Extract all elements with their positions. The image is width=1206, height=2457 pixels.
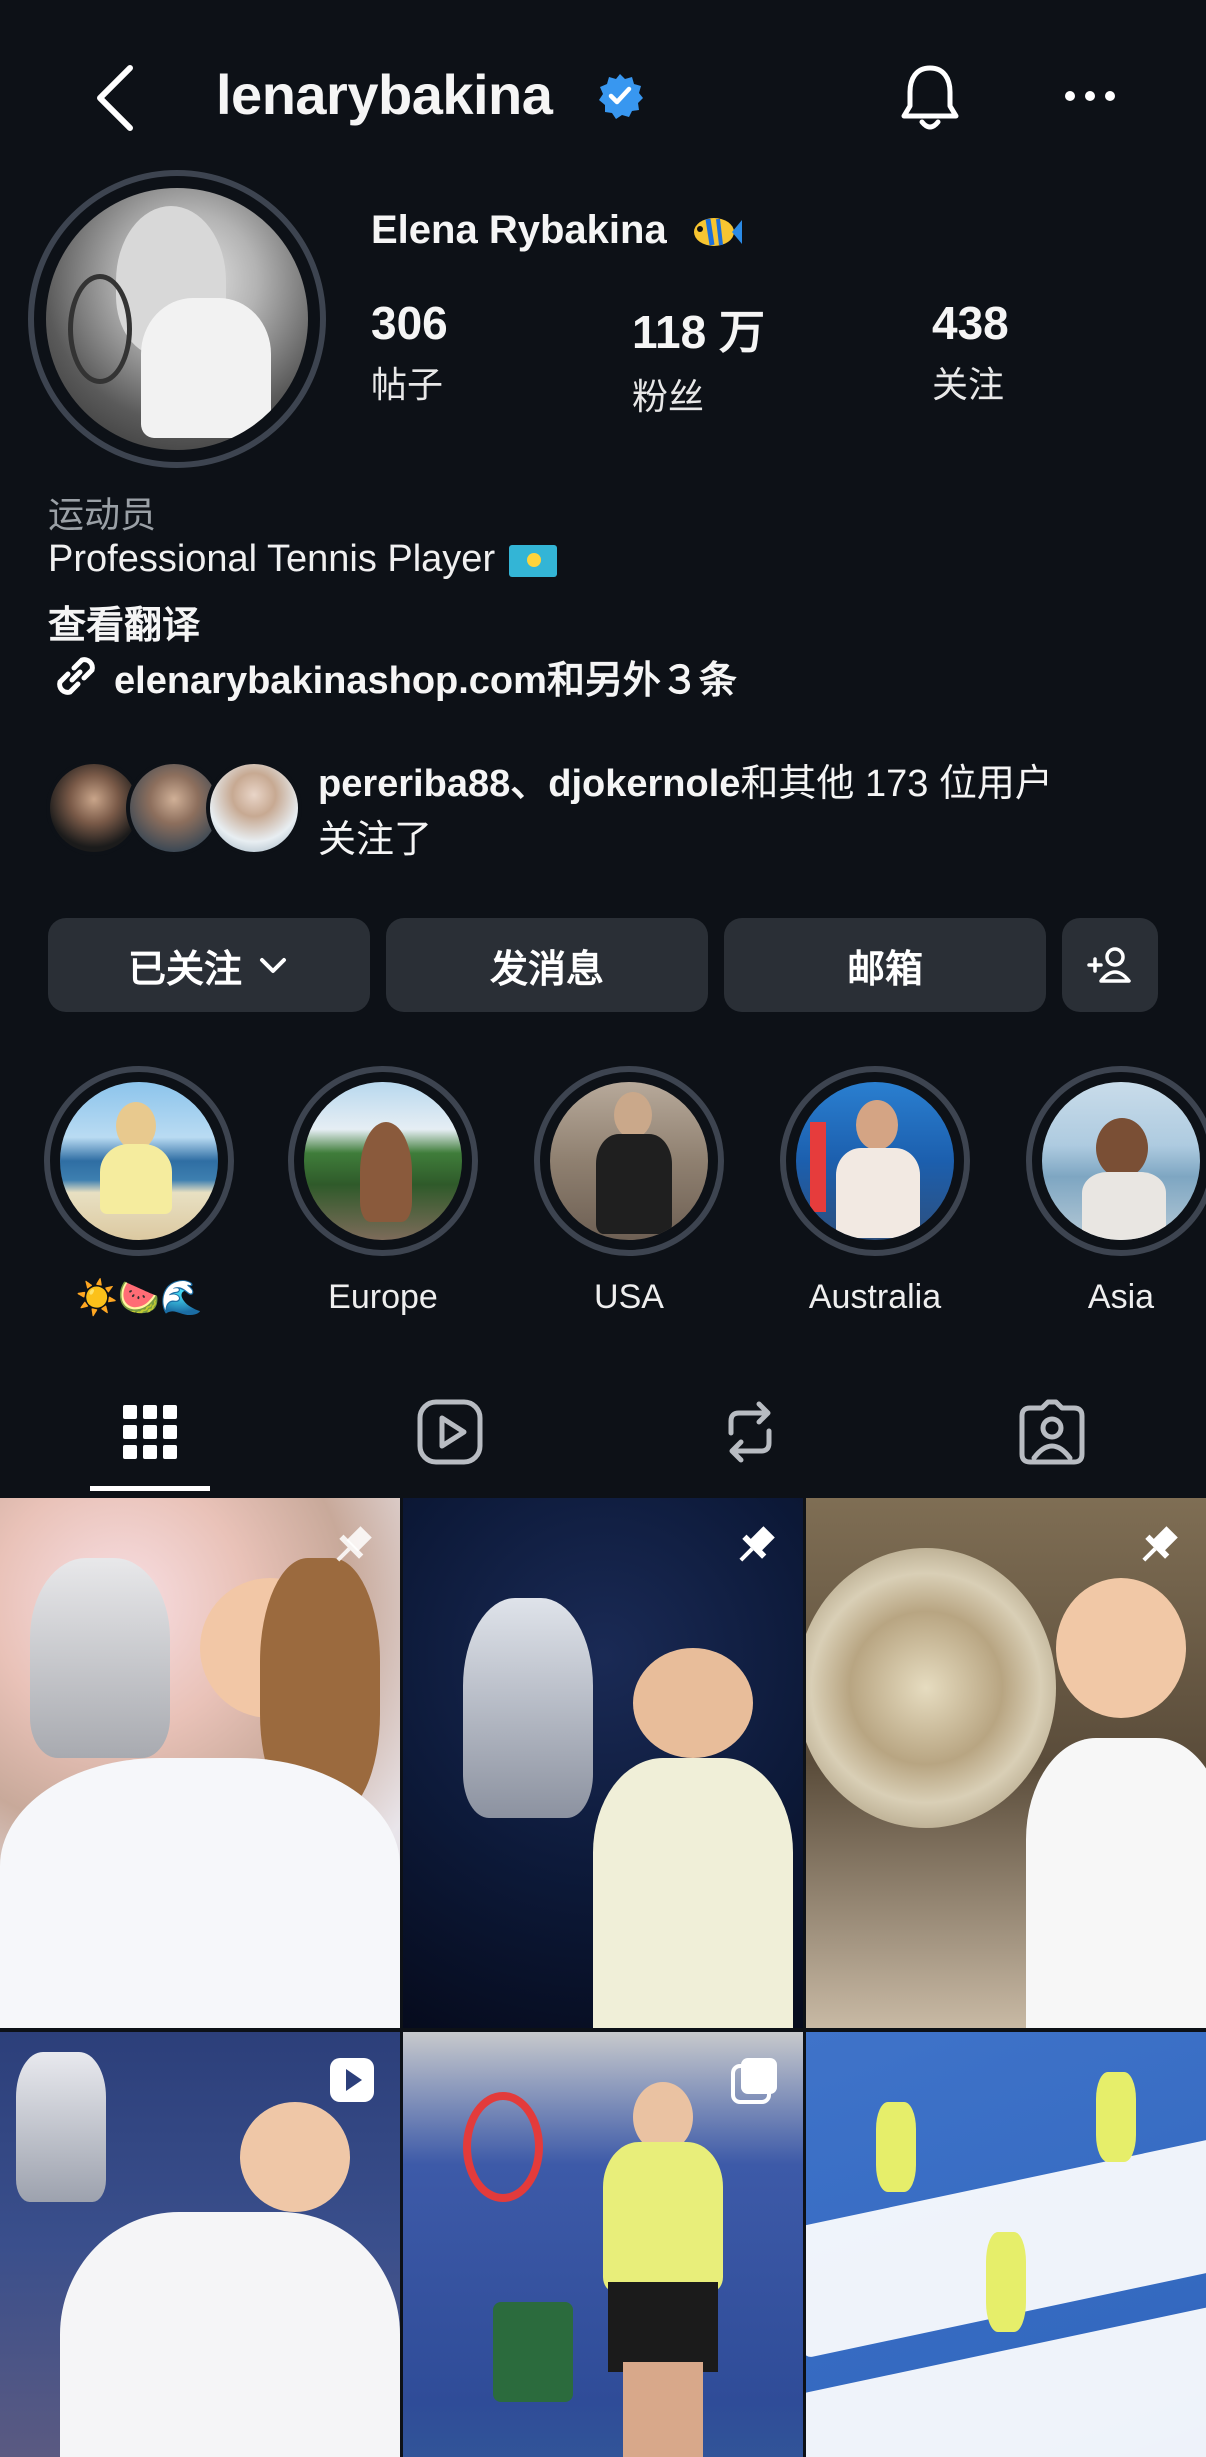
email-button[interactable]: 邮箱: [724, 918, 1046, 1012]
tropical-fish-icon: [694, 218, 742, 246]
message-label: 发消息: [489, 948, 604, 991]
see-translation-link[interactable]: 查看翻译: [48, 594, 200, 649]
email-label: 邮箱: [846, 948, 923, 991]
mutual-rest: 和其他 173 位用户: [740, 763, 1053, 805]
profile-bio: Professional Tennis Player: [48, 538, 558, 581]
highlight-item[interactable]: Asia: [1026, 1066, 1206, 1317]
pin-icon: [1142, 1526, 1178, 1562]
highlight-cover: [60, 1082, 218, 1240]
mutual-line2: 关注了: [318, 819, 433, 861]
profile-username: lenarybakina: [216, 63, 553, 126]
post-thumbnail[interactable]: [403, 2032, 803, 2457]
stat-following[interactable]: 438 关注: [932, 296, 1009, 408]
reels-icon: [417, 1399, 483, 1465]
highlight-cover: [1042, 1082, 1200, 1240]
link-text: elenarybakinashop.com和另外３条: [114, 659, 737, 702]
add-user-button[interactable]: [1062, 918, 1158, 1012]
stat-followers-value: 118 万: [632, 306, 765, 358]
highlight-cover: [796, 1082, 954, 1240]
post-thumbnail[interactable]: [806, 2032, 1206, 2457]
mutual-names: pereriba88、djokernole: [318, 763, 741, 805]
profile-avatar[interactable]: [28, 170, 326, 468]
tagged-icon: [1019, 1399, 1085, 1465]
highlight-label: Australia: [808, 1278, 942, 1316]
grid-icon: [123, 1405, 177, 1459]
carousel-icon: [731, 2058, 777, 2104]
active-tab-indicator: [90, 1486, 210, 1491]
kazakhstan-flag-icon: [509, 544, 558, 577]
more-options-icon[interactable]: [1060, 78, 1120, 114]
highlight-item[interactable]: ☀️🍉🌊: [44, 1066, 234, 1318]
highlight-label: USA: [594, 1278, 664, 1316]
pin-icon: [336, 1526, 372, 1562]
profile-category: 运动员: [48, 494, 157, 535]
chevron-down-icon: [260, 958, 286, 973]
message-button[interactable]: 发消息: [386, 918, 708, 1012]
link-icon: [57, 657, 95, 695]
highlight-ring: [44, 1066, 234, 1256]
highlight-ring: [780, 1066, 970, 1256]
avatar: [206, 760, 302, 856]
stat-followers-label: 粉丝: [632, 376, 705, 417]
post-thumbnail[interactable]: [806, 1498, 1206, 2028]
tab-reposts[interactable]: [690, 1384, 810, 1480]
add-person-icon: [1087, 947, 1131, 983]
bell-icon[interactable]: [896, 62, 964, 134]
highlight-ring: [1026, 1066, 1206, 1256]
stat-posts-value: 306: [371, 297, 448, 349]
tab-tagged[interactable]: [992, 1384, 1112, 1480]
stat-posts[interactable]: 306 帖子: [371, 296, 448, 408]
post-thumbnail[interactable]: [0, 2032, 400, 2457]
stat-following-label: 关注: [932, 364, 1005, 405]
highlight-cover: [550, 1082, 708, 1240]
tab-posts-grid[interactable]: [90, 1384, 210, 1480]
profile-full-name: Elena Rybakina: [371, 208, 667, 252]
bio-text: Professional Tennis Player: [48, 538, 496, 580]
stat-posts-label: 帖子: [371, 364, 444, 405]
mutual-followers-avatars[interactable]: [46, 760, 302, 860]
highlight-item[interactable]: USA: [534, 1066, 724, 1317]
post-thumbnail[interactable]: [403, 1498, 803, 2028]
back-arrow-icon[interactable]: [86, 58, 146, 138]
following-button[interactable]: 已关注: [48, 918, 370, 1012]
reposts-icon: [728, 1401, 772, 1463]
highlight-label: Europe: [328, 1278, 438, 1316]
profile-header: lenarybakina: [0, 0, 1206, 190]
highlight-item[interactable]: Europe: [288, 1066, 478, 1317]
profile-links[interactable]: elenarybakinashop.com和另外３条: [48, 648, 737, 704]
highlight-cover: [304, 1082, 462, 1240]
avatar-image: [46, 188, 308, 450]
pin-icon: [739, 1526, 775, 1562]
video-icon: [330, 2058, 374, 2102]
stat-following-value: 438: [932, 297, 1009, 349]
tab-reels[interactable]: [390, 1384, 510, 1480]
following-label: 已关注: [127, 948, 242, 991]
verified-badge-icon: [599, 74, 643, 119]
highlight-label: ☀️🍉🌊: [75, 1279, 203, 1317]
followed-by-text[interactable]: pereriba88、djokernole和其他 173 位用户 关注了: [318, 756, 1178, 868]
stat-followers[interactable]: 118 万 粉丝: [632, 296, 765, 420]
post-thumbnail[interactable]: [0, 1498, 400, 2028]
highlight-label: Asia: [1087, 1278, 1155, 1316]
highlight-item[interactable]: Australia: [780, 1066, 970, 1317]
highlight-ring: [534, 1066, 724, 1256]
highlight-ring: [288, 1066, 478, 1256]
